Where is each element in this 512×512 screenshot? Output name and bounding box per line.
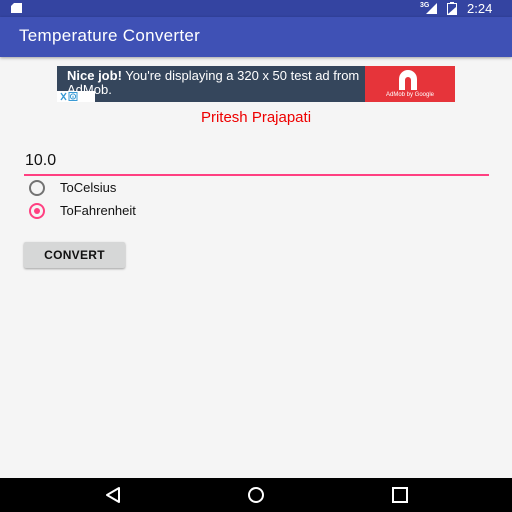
ad-text: Nice job! You're displaying a 320 x 50 t…: [67, 69, 363, 97]
radio-button-to-fahrenheit[interactable]: [29, 203, 45, 219]
battery-icon: [447, 2, 457, 15]
app-title: Temperature Converter: [19, 26, 201, 45]
admob-logo-icon: [399, 70, 417, 90]
adchoices-icon: [60, 92, 78, 101]
temperature-input[interactable]: [24, 150, 489, 176]
ad-logo-caption: AdMob by Google: [385, 92, 435, 98]
radio-label-to-fahrenheit[interactable]: ToFahrenheit: [60, 203, 136, 218]
ad-logo-area[interactable]: AdMob by Google: [365, 66, 455, 102]
app-bar: Temperature Converter: [0, 17, 512, 57]
sd-card-icon: [11, 3, 22, 13]
convert-button[interactable]: CONVERT: [24, 242, 125, 268]
author-name: Pritesh Prajapati: [200, 109, 312, 126]
recents-icon[interactable]: [390, 486, 410, 504]
radio-option-to-fahrenheit[interactable]: ToFahrenheit: [29, 202, 229, 222]
adchoices-button[interactable]: [57, 91, 95, 102]
ad-banner[interactable]: Nice job! You're displaying a 320 x 50 t…: [57, 66, 455, 102]
signal-icon: [426, 3, 437, 14]
radio-button-to-celsius[interactable]: [29, 180, 45, 196]
clock: 2:24: [467, 1, 493, 16]
back-icon[interactable]: [103, 486, 123, 504]
status-bar: 3G 2:24: [0, 0, 512, 17]
radio-option-to-celsius[interactable]: ToCelsius: [29, 179, 229, 199]
ad-text-bold: Nice job!: [67, 68, 122, 83]
navigation-bar: [0, 478, 512, 512]
home-icon[interactable]: [246, 486, 266, 504]
radio-label-to-celsius[interactable]: ToCelsius: [60, 180, 116, 195]
